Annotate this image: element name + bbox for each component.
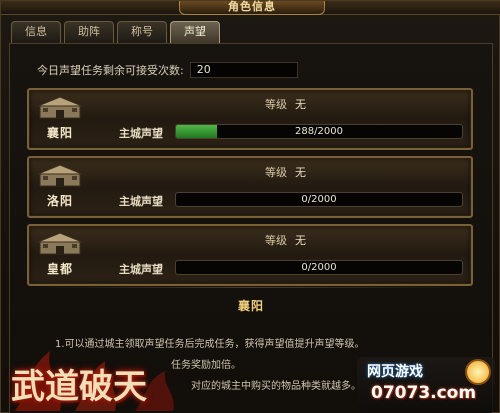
daily-quest-row: 今日声望任务剩余可接受次数: 20 (37, 62, 298, 78)
progress-text: 0/2000 (301, 194, 337, 205)
tab-bar: 信息 助阵 称号 声望 (11, 21, 220, 43)
tab-info[interactable]: 信息 (11, 21, 61, 43)
city-name: 洛阳 (46, 194, 73, 208)
reputation-label: 主城声望 (119, 127, 163, 140)
watermark-line1: 网页游戏 (367, 364, 423, 380)
character-info-window: 角色信息 信息 助阵 称号 声望 今日声望任务剩余可接受次数: 20 襄阳 等级… (0, 0, 500, 413)
description-line: 对应的城主中购买的物品种类就越多。 (191, 381, 361, 392)
reputation-progress-bar: 288/2000 (175, 124, 463, 139)
level-label: 等级 (265, 166, 287, 179)
mascot-icon (465, 359, 491, 385)
level-value: 无 (295, 98, 306, 111)
city-panel-imperial-capital[interactable]: 皇都 等级 无 主城声望 0/2000 (27, 224, 473, 286)
reputation-label: 主城声望 (119, 263, 163, 276)
tab-reputation[interactable]: 声望 (170, 21, 220, 43)
reputation-label: 主城声望 (119, 195, 163, 208)
progress-text: 0/2000 (301, 262, 337, 273)
reputation-progress-bar: 0/2000 (175, 192, 463, 207)
window-title: 角色信息 (179, 1, 325, 15)
city-name: 襄阳 (46, 126, 73, 140)
section-divider (27, 287, 473, 288)
section-title: 襄阳 (237, 299, 264, 313)
city-gate-icon (37, 232, 83, 255)
city-gate-icon (37, 96, 83, 119)
tab-title[interactable]: 称号 (117, 21, 167, 43)
description-line: 任务奖励加倍。 (171, 360, 241, 371)
level-label: 等级 (265, 234, 287, 247)
watermark-line2: 07073.com (371, 383, 477, 403)
tab-assist[interactable]: 助阵 (64, 21, 114, 43)
progress-text: 288/2000 (295, 126, 343, 137)
level-value: 无 (295, 234, 306, 247)
daily-quest-label: 今日声望任务剩余可接受次数: (37, 64, 184, 77)
city-gate-icon (37, 164, 83, 187)
city-panel-luoyang[interactable]: 洛阳 等级 无 主城声望 0/2000 (27, 156, 473, 218)
level-label: 等级 (265, 98, 287, 111)
description-line: 1.可以通过城主领取声望任务后完成任务，获得声望值提升声望等级。 (55, 339, 365, 350)
level-value: 无 (295, 166, 306, 179)
city-name: 皇都 (46, 262, 73, 276)
city-panel-xiangyang[interactable]: 襄阳 等级 无 主城声望 288/2000 (27, 88, 473, 150)
daily-quest-count: 20 (189, 62, 298, 78)
reputation-progress-bar: 0/2000 (175, 260, 463, 275)
site-watermark: 网页游戏 07073.com (357, 357, 495, 413)
title-bar: 角色信息 (1, 1, 500, 15)
